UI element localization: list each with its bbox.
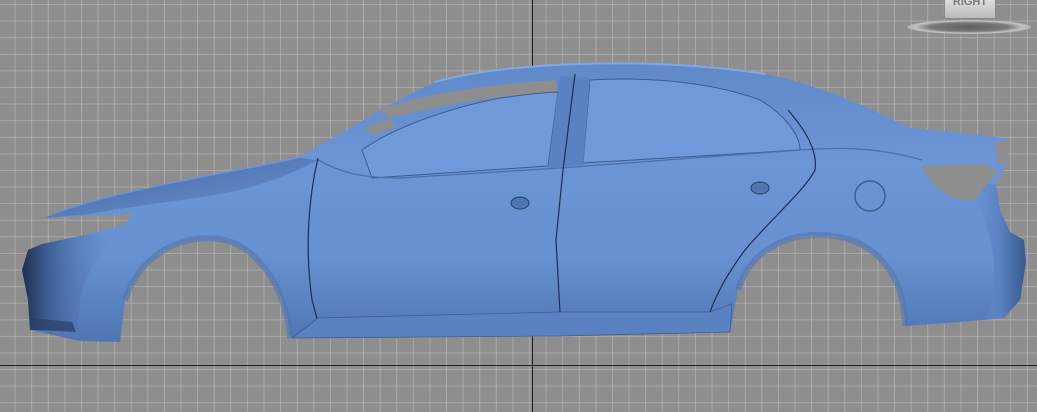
front-door-handle	[510, 196, 530, 210]
fuel-door	[854, 180, 886, 212]
viewcube-compass-ring[interactable]	[907, 20, 1031, 34]
rear-door-handle	[750, 181, 770, 195]
viewcube[interactable]: RIGHT	[905, 0, 1033, 40]
viewport-right[interactable]: RIGHT	[0, 0, 1037, 412]
viewcube-face-right[interactable]: RIGHT	[944, 0, 996, 19]
car-body-model[interactable]	[0, 0, 1037, 412]
